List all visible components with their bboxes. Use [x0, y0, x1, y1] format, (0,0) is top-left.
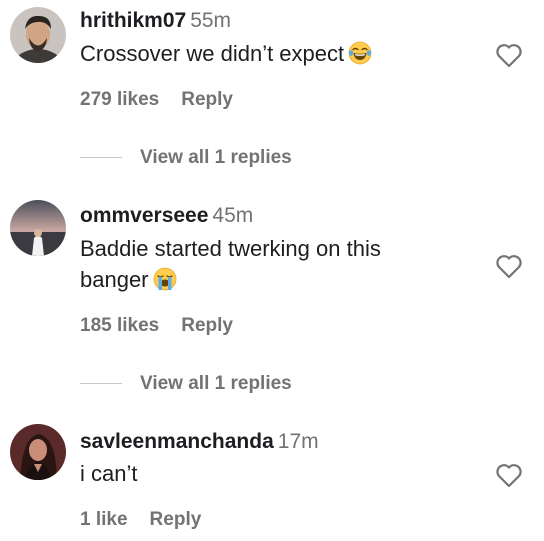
- comment-text: Crossover we didn’t expect: [80, 38, 480, 69]
- view-replies-link[interactable]: View all 1 replies: [80, 372, 292, 396]
- like-count[interactable]: 1 like: [80, 509, 128, 530]
- username-link[interactable]: hrithikm07: [80, 9, 186, 32]
- tears-of-joy-emoji-icon: [348, 41, 372, 65]
- comment-header: ommverseee 45m: [80, 203, 253, 229]
- replies-divider: [80, 157, 122, 159]
- view-replies-label: View all 1 replies: [140, 147, 292, 168]
- avatar[interactable]: [10, 200, 66, 256]
- comment-item: savleenmanchanda 17m i can’t 1 like Reply: [0, 420, 544, 541]
- view-replies-link[interactable]: View all 1 replies: [80, 146, 292, 170]
- profile-photo-sunset-icon: [10, 200, 66, 256]
- reply-button[interactable]: Reply: [181, 89, 233, 110]
- like-count[interactable]: 279 likes: [80, 89, 159, 110]
- heart-outline-icon[interactable]: [495, 462, 523, 488]
- comment-actions: 279 likes Reply: [80, 88, 233, 112]
- username-link[interactable]: savleenmanchanda: [80, 430, 274, 453]
- like-count[interactable]: 185 likes: [80, 315, 159, 336]
- comment-item: hrithikm07 55m Crossover we didn’t expect…: [0, 0, 544, 180]
- comment-header: hrithikm07 55m: [80, 8, 231, 34]
- comment-timestamp: 45m: [212, 204, 254, 227]
- avatar[interactable]: [10, 424, 66, 480]
- reply-button[interactable]: Reply: [150, 509, 202, 530]
- comment-body: i can’t: [80, 461, 138, 486]
- username-link[interactable]: ommverseee: [80, 204, 208, 227]
- view-replies-label: View all 1 replies: [140, 373, 292, 394]
- heart-outline-icon[interactable]: [495, 253, 523, 279]
- comment-header: savleenmanchanda 17m: [80, 429, 319, 455]
- heart-outline-icon[interactable]: [495, 42, 523, 68]
- profile-photo-man-icon: [10, 7, 66, 63]
- comment-timestamp: 17m: [277, 430, 319, 453]
- reply-button[interactable]: Reply: [181, 315, 233, 336]
- loudly-crying-emoji-icon: [153, 267, 176, 291]
- profile-photo-woman-icon: [10, 424, 66, 480]
- replies-divider: [80, 383, 122, 385]
- comment-text: i can’t: [80, 458, 480, 489]
- comment-body: Crossover we didn’t expect: [80, 41, 345, 66]
- comment-item: ommverseee 45m Baddie started twerking on…: [0, 196, 544, 396]
- avatar[interactable]: [10, 7, 66, 63]
- comment-actions: 185 likes Reply: [80, 314, 233, 338]
- comment-timestamp: 55m: [190, 9, 232, 32]
- comment-actions: 1 like Reply: [80, 508, 201, 532]
- comment-text: Baddie started twerking on this banger: [80, 233, 440, 295]
- comment-body: Baddie started twerking on this banger: [80, 236, 381, 292]
